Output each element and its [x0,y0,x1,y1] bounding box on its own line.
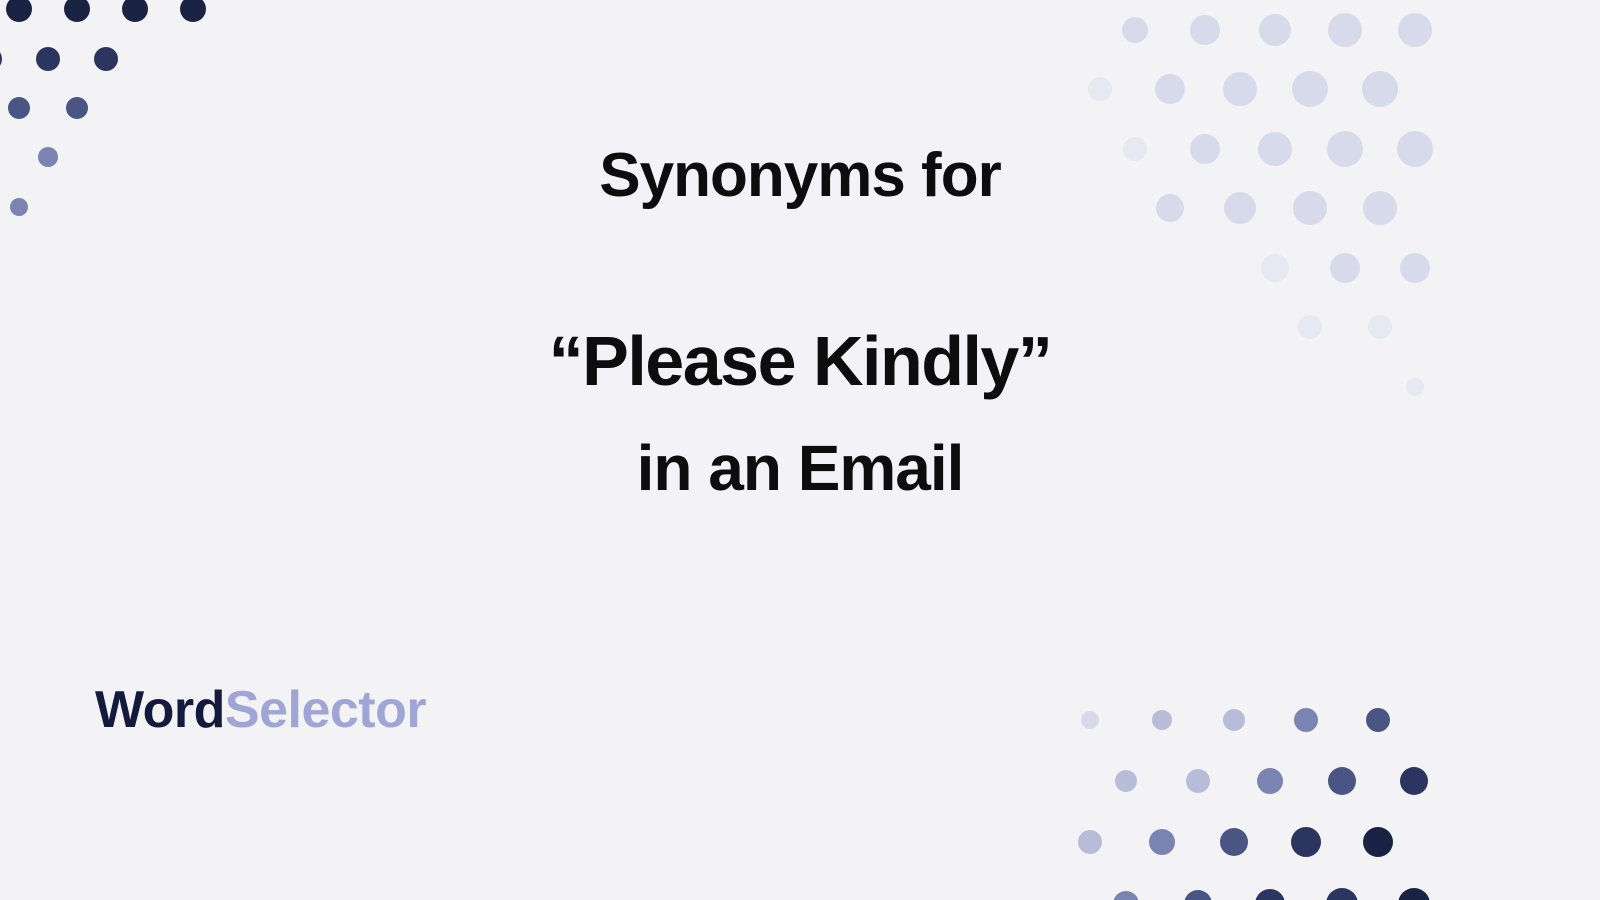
decorative-dot [1398,888,1430,900]
decorative-dot [1223,709,1245,731]
decorative-dot [1398,13,1432,47]
decorative-dot [8,97,30,119]
decorative-dot [1255,889,1285,900]
decorative-dot [1081,711,1099,729]
decorative-dot [1113,891,1139,900]
decorative-dot [1366,708,1390,732]
decorative-dot [1328,13,1362,47]
headline-line-3: in an Email [0,431,1600,505]
decorative-dot [1149,829,1175,855]
decorative-dot [36,47,60,71]
headline-block: Synonyms for “Please Kindly” in an Email [0,140,1600,505]
decorative-dot [1220,828,1248,856]
decorative-dot [1259,14,1291,46]
decorative-dot [122,0,148,22]
decorative-dot [1363,827,1393,857]
decorative-dot [1400,767,1428,795]
headline-line-2: “Please Kindly” [0,321,1600,401]
decorative-dot [1155,74,1185,104]
decorative-dot [180,0,206,22]
decorative-dot [1190,15,1220,45]
decorative-dot [66,97,88,119]
decorative-dot [1115,770,1137,792]
decorative-dot [1078,830,1102,854]
brand-wordmark: WordSelector [95,680,426,740]
decorative-dot [1186,769,1210,793]
decorative-dot [1362,71,1398,107]
brand-word-part-1: Word [95,681,225,739]
decorative-dot [64,0,90,22]
decorative-dot [1122,17,1148,43]
decorative-dot [1088,77,1112,101]
headline-line-1: Synonyms for [0,140,1600,211]
decorative-dot [1291,827,1321,857]
decorative-dot [6,0,32,22]
decorative-dot [1152,710,1172,730]
graphic-canvas: Synonyms for “Please Kindly” in an Email… [0,0,1600,900]
decorative-dot [1326,888,1358,900]
decorative-dot [94,47,118,71]
decorative-dot [1257,768,1283,794]
decorative-dot [1328,767,1356,795]
decorative-dot [1184,890,1212,900]
brand-word-part-2: Selector [225,681,426,739]
decorative-dot [1292,71,1328,107]
decorative-dot [1223,72,1257,106]
decorative-dot [1294,708,1318,732]
decorative-dot [0,47,2,71]
